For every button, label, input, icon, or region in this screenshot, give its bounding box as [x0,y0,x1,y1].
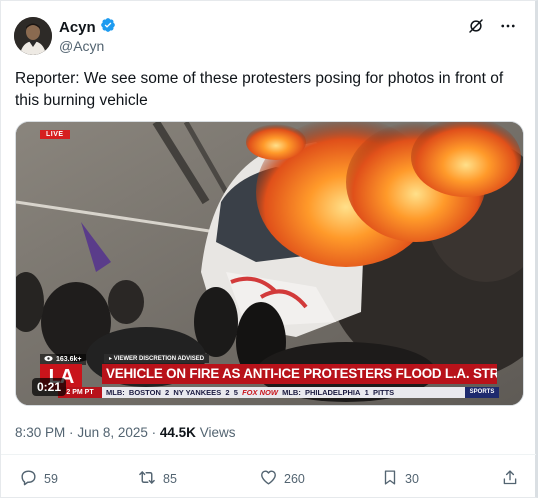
tweet-time[interactable]: 8:30 PM [15,425,65,440]
verified-badge-icon [100,17,116,38]
meta-separator: · [69,425,74,440]
tweet-card: Acyn @Acyn Reporter: We see some of thes… [0,0,538,498]
like-button[interactable]: 260 [259,468,305,490]
live-badge: LIVE [40,130,70,139]
reply-button[interactable]: 59 [19,468,58,490]
divider [1,454,536,455]
share-button[interactable] [501,468,519,490]
avatar-image [14,17,52,55]
tweet-text: Reporter: We see some of these protester… [15,70,504,109]
grok-icon[interactable] [467,17,485,40]
sports-ticker: MLB: BOSTON 2 NY YANKEES 2 5 FOX NOW MLB… [102,387,497,398]
views-label: Views [199,425,236,440]
repost-icon [137,468,157,490]
author-handle[interactable]: @Acyn [59,38,104,54]
ticker-score-1: 2 [165,388,170,397]
ticker-league-2: MLB: [282,388,301,397]
advisory-arrow-icon: ▸ [109,356,113,362]
video-player[interactable]: LIVE 163.6k+ ▸ VIEWER DISCRETION ADVISED… [15,121,524,406]
like-count: 260 [284,472,305,486]
ticker-score-3: 5 [233,388,238,397]
bookmark-count: 30 [405,472,419,486]
more-options-icon[interactable] [499,17,517,40]
ticker-team-4: PITTS [372,388,395,397]
tweet-meta: 8:30 PM · Jun 8, 2025 · 44.5K Views [15,425,235,440]
eye-icon [44,355,53,364]
ticker-team-1: BOSTON [128,388,161,397]
ticker-team-2: NY YANKEES [173,388,222,397]
share-icon [501,468,519,490]
heart-icon [259,468,278,490]
action-bar: 59 85 260 30 [19,468,519,490]
views-count: 44.5K [159,425,196,440]
avatar[interactable] [14,17,52,55]
video-duration: 0:21 [32,378,67,396]
ticker-score-4: 1 [364,388,369,397]
ticker-league: MLB: [106,388,125,397]
advisory-banner: ▸ VIEWER DISCRETION ADVISED [104,354,210,363]
tweet-date[interactable]: Jun 8, 2025 [77,425,148,440]
repost-count: 85 [163,472,177,486]
ticker-brand: FOX NOW [242,388,278,397]
news-headline: VEHICLE ON FIRE AS ANTI-ICE PROTESTERS F… [102,364,497,384]
advisory-text: VIEWER DISCRETION ADVISED [113,356,205,362]
reply-count: 59 [44,472,58,486]
ticker-score-2: 2 [225,388,230,397]
author-name[interactable]: Acyn [59,19,96,36]
sports-label: SPORTS [465,387,499,398]
reply-icon [19,468,38,490]
ticker-team-3: PHILADELPHIA [305,388,361,397]
meta-separator-2: · [151,425,157,440]
repost-button[interactable]: 85 [137,468,177,490]
bookmark-button[interactable]: 30 [381,468,419,490]
viewer-count: 163.6k+ [56,356,82,363]
bookmark-icon [381,468,399,490]
